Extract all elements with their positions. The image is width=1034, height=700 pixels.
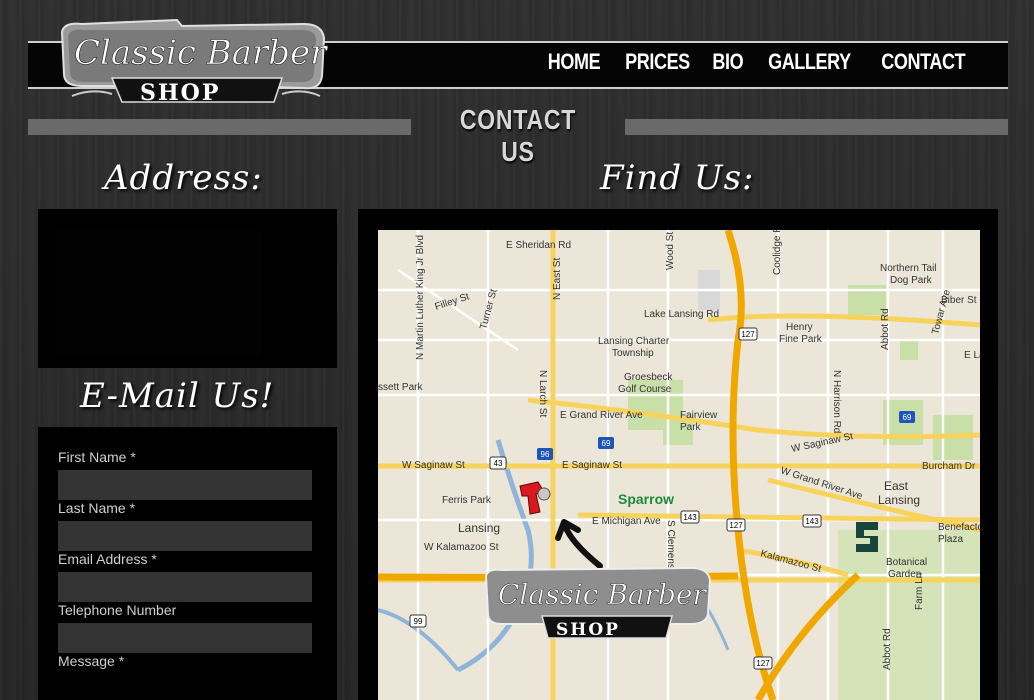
svg-text:143: 143 <box>683 513 697 522</box>
svg-text:N East St: N East St <box>552 258 563 300</box>
svg-text:Lake Lansing Rd: Lake Lansing Rd <box>644 309 719 320</box>
svg-text:Towar Ave: Towar Ave <box>930 288 953 336</box>
svg-text:N Harrison Rd: N Harrison Rd <box>831 370 842 433</box>
svg-text:Northern Tail: Northern Tail <box>880 263 937 274</box>
svg-text:W Saginaw St: W Saginaw St <box>402 460 465 471</box>
svg-text:69: 69 <box>903 413 912 422</box>
email-form: First Name * Last Name * Email Address *… <box>38 427 337 700</box>
svg-text:96: 96 <box>541 450 550 459</box>
svg-text:Lansing: Lansing <box>878 493 920 507</box>
svg-text:Groesbeck: Groesbeck <box>624 372 673 383</box>
svg-text:143: 143 <box>805 517 819 526</box>
svg-text:East: East <box>884 479 909 493</box>
findus-heading: Find Us: <box>600 158 755 198</box>
address-panel <box>38 209 337 368</box>
svg-text:E Sheridan Rd: E Sheridan Rd <box>506 240 571 251</box>
svg-text:Farm Ln: Farm Ln <box>914 573 925 610</box>
page-title: CONTACT US <box>459 104 577 167</box>
map-canvas: E Sheridan Rd N East St N Martin Luther … <box>378 230 980 700</box>
svg-text:Ferris Park: Ferris Park <box>442 495 492 506</box>
svg-text:Park: Park <box>680 422 702 433</box>
hospital-label: Sparrow <box>618 491 674 507</box>
location-map[interactable]: E Sheridan Rd N East St N Martin Luther … <box>378 230 980 700</box>
svg-text:Abbot Rd: Abbot Rd <box>880 308 891 350</box>
svg-text:Dog Park: Dog Park <box>890 275 933 286</box>
message-label: Message * <box>58 653 125 669</box>
last-name-input[interactable] <box>58 521 312 551</box>
telephone-label: Telephone Number <box>58 602 177 618</box>
svg-text:E Michigan Ave: E Michigan Ave <box>592 516 661 527</box>
nav-prices[interactable]: PRICES <box>625 49 690 75</box>
email-input[interactable] <box>58 572 312 602</box>
svg-text:Fairview: Fairview <box>680 410 718 421</box>
email-label: Email Address * <box>58 551 157 567</box>
nav-contact[interactable]: CONTACT <box>881 49 965 75</box>
svg-text:Coolidge Rd: Coolidge Rd <box>772 230 783 275</box>
logo-emblem: Classic Barber SHOP <box>60 18 328 106</box>
first-name-input[interactable] <box>58 470 312 500</box>
map-logo-line1: Classic Barber <box>498 578 707 611</box>
nav-home[interactable]: HOME <box>548 49 601 75</box>
svg-text:N Larch St: N Larch St <box>537 370 548 417</box>
map-logo-line2: SHOP <box>556 620 620 640</box>
svg-text:Filley St: Filley St <box>434 291 471 313</box>
address-heading: Address: <box>104 158 263 198</box>
svg-text:Township: Township <box>612 348 654 359</box>
svg-text:127: 127 <box>756 659 770 668</box>
svg-text:127: 127 <box>741 330 755 339</box>
last-name-label: Last Name * <box>58 500 136 516</box>
svg-text:99: 99 <box>414 617 423 626</box>
svg-text:N Martin Luther King Jr Blvd: N Martin Luther King Jr Blvd <box>415 235 426 360</box>
svg-text:Botanical: Botanical <box>886 557 927 568</box>
nav-gallery[interactable]: GALLERY <box>768 49 851 75</box>
svg-text:E Saginaw St: E Saginaw St <box>562 460 622 471</box>
svg-text:Abbot Rd: Abbot Rd <box>882 628 893 670</box>
email-heading: E-Mail Us! <box>80 376 275 416</box>
first-name-label: First Name * <box>58 449 136 465</box>
svg-text:69: 69 <box>602 439 611 448</box>
logo-text-line1: Classic Barber <box>74 33 328 73</box>
svg-text:Lansing Charter: Lansing Charter <box>598 336 670 347</box>
banner-rule-left <box>28 119 411 135</box>
svg-text:Golf Course: Golf Course <box>618 384 672 395</box>
svg-text:Fine Park: Fine Park <box>779 334 823 345</box>
svg-text:Plaza: Plaza <box>938 534 963 545</box>
svg-text:W Kalamazoo St: W Kalamazoo St <box>424 542 499 553</box>
logo-text-line2: SHOP <box>140 80 220 106</box>
svg-text:Kalamazoo St: Kalamazoo St <box>759 548 822 575</box>
svg-text:Burcham Dr: Burcham Dr <box>922 461 976 472</box>
banner-rule-right <box>625 119 1008 135</box>
svg-text:Henry: Henry <box>786 322 813 333</box>
svg-text:ssett Park: ssett Park <box>378 382 423 393</box>
svg-text:E Lake: E Lake <box>964 350 980 361</box>
brand-logo[interactable]: Classic Barber SHOP <box>52 18 334 106</box>
svg-text:Turner St: Turner St <box>478 288 499 331</box>
map-logo-overlay: Classic Barber SHOP <box>484 566 712 640</box>
address-content <box>54 229 262 357</box>
svg-text:127: 127 <box>729 521 743 530</box>
svg-text:43: 43 <box>494 459 503 468</box>
main-nav: HOME PRICES BIO GALLERY CONTACT <box>542 49 974 75</box>
nav-bio[interactable]: BIO <box>713 49 744 75</box>
svg-text:Wood St: Wood St <box>665 232 676 270</box>
telephone-input[interactable] <box>58 623 312 653</box>
svg-text:Benefactor: Benefactor <box>938 522 980 533</box>
svg-text:E Grand River Ave: E Grand River Ave <box>560 410 643 421</box>
svg-text:Lansing: Lansing <box>458 521 500 535</box>
